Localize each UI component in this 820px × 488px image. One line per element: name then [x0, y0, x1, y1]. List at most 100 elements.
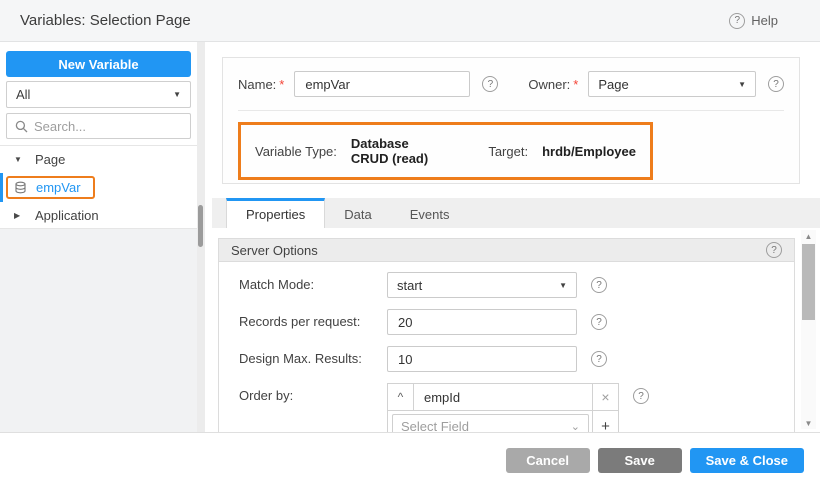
summary-card: Name: * ? Owner: * Page ▼ ? [222, 57, 800, 184]
dialog-footer: Cancel Save Save & Close [0, 432, 820, 488]
variable-type-highlight-box: Variable Type: Database CRUD (read) Targ… [238, 122, 653, 180]
scroll-down-arrow-icon[interactable]: ▼ [801, 417, 816, 429]
save-button[interactable]: Save [598, 448, 682, 473]
help-icon: ? [729, 13, 745, 29]
new-variable-button[interactable]: New Variable [6, 51, 191, 77]
variable-type-pair: Variable Type: Database CRUD (read) [255, 136, 428, 166]
plus-icon: + [601, 418, 610, 432]
tree-node-page[interactable]: ▼ Page [0, 146, 197, 173]
match-mode-row: Match Mode: start ▼ ? [239, 272, 776, 298]
dropdown-caret-icon: ▼ [559, 281, 567, 290]
design-max-results-input[interactable] [387, 346, 577, 372]
filter-value: All [16, 87, 30, 102]
sort-asc-icon: ^ [398, 390, 404, 404]
design-max-results-row: Design Max. Results: ? [239, 346, 776, 372]
order-by-entry: ^ empId × [388, 384, 618, 411]
owner-help-icon[interactable]: ? [768, 76, 784, 92]
target-pair: Target: hrdb/Employee [488, 144, 636, 159]
variable-filter-select[interactable]: All ▼ [6, 81, 191, 108]
server-options-title: Server Options [231, 243, 318, 258]
tab-data[interactable]: Data [325, 198, 390, 228]
scroll-up-arrow-icon[interactable]: ▲ [801, 230, 816, 242]
name-label: Name: [238, 77, 276, 92]
close-icon: × [601, 389, 609, 405]
selected-variable-name: empVar [36, 180, 81, 195]
help-label: Help [751, 13, 778, 28]
required-asterisk: * [573, 77, 578, 92]
add-order-field-button[interactable]: + [592, 411, 618, 432]
sidebar-empty-area [0, 228, 197, 432]
records-per-request-row: Records per request: ? [239, 309, 776, 335]
match-mode-value: start [397, 278, 422, 293]
chevron-down-icon: ⌄ [571, 420, 580, 432]
remove-order-field-button[interactable]: × [592, 384, 618, 410]
detail-tabs: Properties Data Events [212, 198, 820, 228]
variables-sidebar: New Variable All ▼ ▼ Page [0, 42, 197, 432]
selected-variable-highlight: empVar [6, 176, 95, 199]
order-by-help-icon[interactable]: ? [633, 388, 649, 404]
tree-node-label: Page [35, 152, 65, 167]
variables-tree: ▼ Page empVar ▶ Application [0, 145, 197, 229]
order-by-add-row: Select Field ⌄ + [388, 411, 618, 432]
select-field-dropdown[interactable]: Select Field ⌄ [392, 414, 589, 432]
caret-right-icon: ▶ [14, 211, 24, 220]
search-input[interactable] [34, 119, 182, 134]
target-label: Target: [488, 144, 528, 159]
card-divider [238, 110, 784, 111]
order-by-widget: ^ empId × Select Field ⌄ + [387, 383, 619, 432]
owner-select[interactable]: Page ▼ [588, 71, 756, 97]
name-input[interactable] [294, 71, 470, 97]
tab-events[interactable]: Events [391, 198, 469, 228]
save-and-close-button[interactable]: Save & Close [690, 448, 804, 473]
help-button[interactable]: ? Help [729, 13, 800, 29]
properties-content: Server Options ? Match Mode: start ▼ ? [212, 228, 820, 432]
tree-node-empvar-selected[interactable]: empVar [0, 173, 197, 202]
required-asterisk: * [279, 77, 284, 92]
select-field-placeholder: Select Field [401, 419, 469, 432]
variables-dialog: Variables: Selection Page ? Help New Var… [0, 0, 820, 488]
cancel-button[interactable]: Cancel [506, 448, 590, 473]
variable-search[interactable] [6, 113, 191, 139]
database-icon [14, 181, 28, 195]
records-per-request-label: Records per request: [239, 309, 387, 329]
target-value: hrdb/Employee [542, 144, 636, 159]
server-options-header: Server Options ? [219, 239, 794, 262]
dropdown-caret-icon: ▼ [173, 90, 181, 99]
name-owner-row: Name: * ? Owner: * Page ▼ ? [238, 71, 784, 97]
content-scrollbar[interactable]: ▲ ▼ [801, 230, 816, 429]
design-max-results-label: Design Max. Results: [239, 346, 387, 366]
match-mode-label: Match Mode: [239, 272, 387, 292]
sidebar-controls: New Variable All ▼ [0, 42, 197, 145]
server-options-help-icon[interactable]: ? [766, 242, 782, 258]
owner-label: Owner: [528, 77, 570, 92]
sidebar-scrollbar-thumb[interactable] [198, 205, 203, 247]
dialog-body: New Variable All ▼ ▼ Page [0, 42, 820, 432]
design-max-results-help-icon[interactable]: ? [591, 351, 607, 367]
order-by-row: Order by: ^ empId × Select Field [239, 383, 776, 432]
name-help-icon[interactable]: ? [482, 76, 498, 92]
caret-down-icon: ▼ [14, 155, 24, 164]
records-per-request-help-icon[interactable]: ? [591, 314, 607, 330]
tab-properties[interactable]: Properties [226, 198, 325, 228]
page-title: Variables: Selection Page [20, 12, 191, 29]
dialog-header: Variables: Selection Page ? Help [0, 0, 820, 42]
variable-type-label: Variable Type: [255, 144, 337, 159]
records-per-request-input[interactable] [387, 309, 577, 335]
sidebar-scrollbar[interactable] [197, 42, 205, 432]
dropdown-caret-icon: ▼ [738, 80, 746, 89]
match-mode-select[interactable]: start ▼ [387, 272, 577, 298]
match-mode-help-icon[interactable]: ? [591, 277, 607, 293]
order-by-label: Order by: [239, 383, 387, 403]
content-scrollbar-thumb[interactable] [802, 244, 815, 320]
owner-value: Page [598, 77, 628, 92]
server-options-body: Match Mode: start ▼ ? Records per reques… [219, 262, 794, 432]
summary-card-wrap: Name: * ? Owner: * Page ▼ ? [212, 42, 820, 184]
order-by-field-value: empId [414, 384, 592, 410]
server-options-panel: Server Options ? Match Mode: start ▼ ? [218, 238, 795, 432]
tree-node-application[interactable]: ▶ Application [0, 202, 197, 229]
tree-node-label: Application [35, 208, 99, 223]
sort-direction-toggle[interactable]: ^ [388, 384, 414, 410]
search-icon [15, 120, 28, 133]
variable-detail-panel: Name: * ? Owner: * Page ▼ ? [212, 42, 820, 432]
variable-type-value: Database CRUD (read) [351, 136, 428, 166]
